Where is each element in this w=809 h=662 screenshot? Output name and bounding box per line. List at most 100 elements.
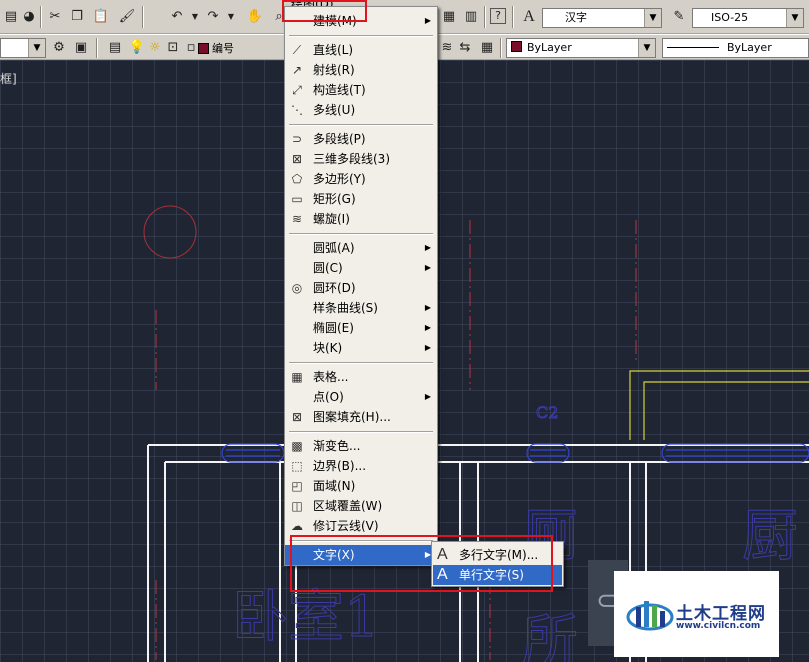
room-label-bedroom: 卧室1 xyxy=(232,585,380,650)
layer-previous-icon[interactable]: ⇆ xyxy=(456,39,474,57)
pan-icon[interactable]: ✋ xyxy=(246,8,264,26)
menu-item-multiline[interactable]: ⋱ 多线(U) xyxy=(285,100,437,120)
layer-color-swatch xyxy=(198,43,209,54)
ray-icon: ↗ xyxy=(291,63,303,77)
dimension-style-icon[interactable]: ✎ xyxy=(670,8,688,26)
save-icon[interactable]: ▤ xyxy=(2,8,20,26)
lock-icon[interactable]: ⊡ xyxy=(164,39,182,57)
submenu-arrow-icon: ▶ xyxy=(424,243,431,252)
draw-menu: 建模(M) ▶ ⟋ 直线(L) ↗ 射线(R) ⤢ 构造线(T) ⋱ 多线(U)… xyxy=(284,6,438,566)
paste-icon[interactable]: 📋 xyxy=(92,8,110,26)
construction-line-icon: ⤢ xyxy=(292,83,302,97)
menu-item-circle[interactable]: 圆(C) ▶ xyxy=(285,258,437,278)
dimension-style-value: ISO-25 xyxy=(711,11,749,24)
menu-item-ray[interactable]: ↗ 射线(R) xyxy=(285,60,437,80)
publish-icon[interactable]: ◕ xyxy=(20,8,38,26)
workspace-select[interactable]: ▼ xyxy=(0,38,46,58)
redo-icon[interactable]: ↷ xyxy=(204,8,222,26)
dimension-style-select[interactable]: ISO-25 ▼ xyxy=(692,8,804,28)
layer-name: 编号 xyxy=(212,42,234,55)
menu-item-boundary[interactable]: ⬚ 边界(B)... xyxy=(285,456,437,476)
menu-item-point[interactable]: 点(O) ▶ xyxy=(285,387,437,407)
cut-icon[interactable]: ✂ xyxy=(46,8,64,26)
menu-item-helix[interactable]: ≋ 螺旋(I) xyxy=(285,209,437,229)
color-select[interactable]: ByLayer ▼ xyxy=(506,38,656,58)
region-icon: ◰ xyxy=(291,479,303,493)
menu-item-block[interactable]: 块(K) ▶ xyxy=(285,338,437,358)
menu-item-rectangle[interactable]: ▭ 矩形(G) xyxy=(285,189,437,209)
redo-dropdown-icon[interactable]: ▼ xyxy=(222,8,240,26)
annotation-box-draw-menu xyxy=(282,0,367,22)
chevron-down-icon: ▼ xyxy=(638,39,655,57)
text-style-select[interactable]: 汉字 ▼ xyxy=(542,8,662,28)
menu-item-label: 多段线(P) xyxy=(313,132,366,146)
submenu-arrow-icon: ▶ xyxy=(424,323,431,332)
room-label-toilet-2: 所 xyxy=(522,609,578,662)
yellow-frame xyxy=(629,370,809,440)
menu-item-region[interactable]: ◰ 面域(N) xyxy=(285,476,437,496)
gear-icon[interactable]: ⚙ xyxy=(50,39,68,57)
menu-item-table[interactable]: ▦ 表格... xyxy=(285,367,437,387)
make-current-layer-icon[interactable]: ≋ xyxy=(438,39,456,57)
copy-icon[interactable]: ❐ xyxy=(68,8,86,26)
menu-item-label: 面域(N) xyxy=(313,479,356,493)
sun-icon[interactable]: ☼ xyxy=(146,39,164,57)
helix-icon: ≋ xyxy=(291,212,303,226)
menu-item-label: 圆环(D) xyxy=(313,281,356,295)
rectangle-icon: ▭ xyxy=(291,192,303,206)
menu-item-label: 样条曲线(S) xyxy=(313,301,378,315)
menu-item-label: 构造线(T) xyxy=(313,83,366,97)
boundary-icon: ⬚ xyxy=(291,459,303,473)
menu-item-label: 块(K) xyxy=(313,341,343,355)
undo-icon[interactable]: ↶ xyxy=(168,8,186,26)
revision-cloud-icon: ☁ xyxy=(291,519,303,533)
chevron-down-icon: ▼ xyxy=(644,9,661,27)
axis-bubble xyxy=(143,205,197,259)
menu-item-label: 表格... xyxy=(313,370,349,384)
menu-item-ellipse[interactable]: 椭圆(E) ▶ xyxy=(285,318,437,338)
menu-item-polyline[interactable]: ⊃ 多段线(P) xyxy=(285,129,437,149)
menu-item-polygon[interactable]: ⬠ 多边形(Y) xyxy=(285,169,437,189)
menu-item-donut[interactable]: ◎ 圆环(D) xyxy=(285,278,437,298)
calculator-icon[interactable]: ▥ xyxy=(462,8,480,26)
layer-states-icon[interactable]: ▣ xyxy=(72,39,90,57)
polygon-icon: ⬠ xyxy=(291,172,303,186)
match-properties-icon[interactable]: 🖌 xyxy=(118,8,136,26)
menu-item-line[interactable]: ⟋ 直线(L) xyxy=(285,40,437,60)
menu-item-revcloud[interactable]: ☁ 修订云线(V) xyxy=(285,516,437,536)
menu-item-arc[interactable]: 圆弧(A) ▶ xyxy=(285,238,437,258)
room-number: C2 xyxy=(536,403,558,422)
menu-item-label: 边界(B)... xyxy=(313,459,367,473)
text-style-value: 汉字 xyxy=(565,11,587,24)
table-icon: ▦ xyxy=(291,370,303,384)
properties-icon[interactable]: ▦ xyxy=(440,8,458,26)
linetype-value: ByLayer xyxy=(727,41,772,54)
room-label-kitchen: 厨 xyxy=(742,504,798,569)
annotation-box-text-submenu xyxy=(290,535,553,592)
layer-iso-icon[interactable]: ▦ xyxy=(478,39,496,57)
menu-item-gradient[interactable]: ▩ 渐变色... xyxy=(285,436,437,456)
menu-item-label: 圆(C) xyxy=(313,261,343,275)
wipeout-icon: ◫ xyxy=(291,499,303,513)
linetype-select[interactable]: ByLayer xyxy=(662,38,809,58)
text-style-icon[interactable]: A xyxy=(520,8,538,26)
menu-item-3d-polyline[interactable]: ⊠ 三维多段线(3) xyxy=(285,149,437,169)
menu-item-construction-line[interactable]: ⤢ 构造线(T) xyxy=(285,80,437,100)
chevron-down-icon: ▼ xyxy=(786,9,803,27)
menu-item-hatch[interactable]: ⊠ 图案填充(H)... xyxy=(285,407,437,427)
submenu-arrow-icon: ▶ xyxy=(424,303,431,312)
menu-item-wipeout[interactable]: ◫ 区域覆盖(W) xyxy=(285,496,437,516)
hatch-icon: ⊠ xyxy=(291,410,303,424)
gradient-icon: ▩ xyxy=(291,439,303,453)
chevron-down-icon: ▼ xyxy=(28,39,45,57)
menu-item-label: 图案填充(H)... xyxy=(313,410,391,424)
bulb-icon[interactable]: 💡 xyxy=(128,39,146,57)
undo-dropdown-icon[interactable]: ▼ xyxy=(186,8,204,26)
menu-item-label: 矩形(G) xyxy=(313,192,356,206)
help-icon[interactable]: ? xyxy=(490,8,506,24)
menu-item-spline[interactable]: 样条曲线(S) ▶ xyxy=(285,298,437,318)
color-value: ByLayer xyxy=(527,41,572,54)
linetype-preview xyxy=(667,47,719,48)
menu-item-label: 修订云线(V) xyxy=(313,519,379,533)
layer-manager-icon[interactable]: ▤ xyxy=(106,39,124,57)
